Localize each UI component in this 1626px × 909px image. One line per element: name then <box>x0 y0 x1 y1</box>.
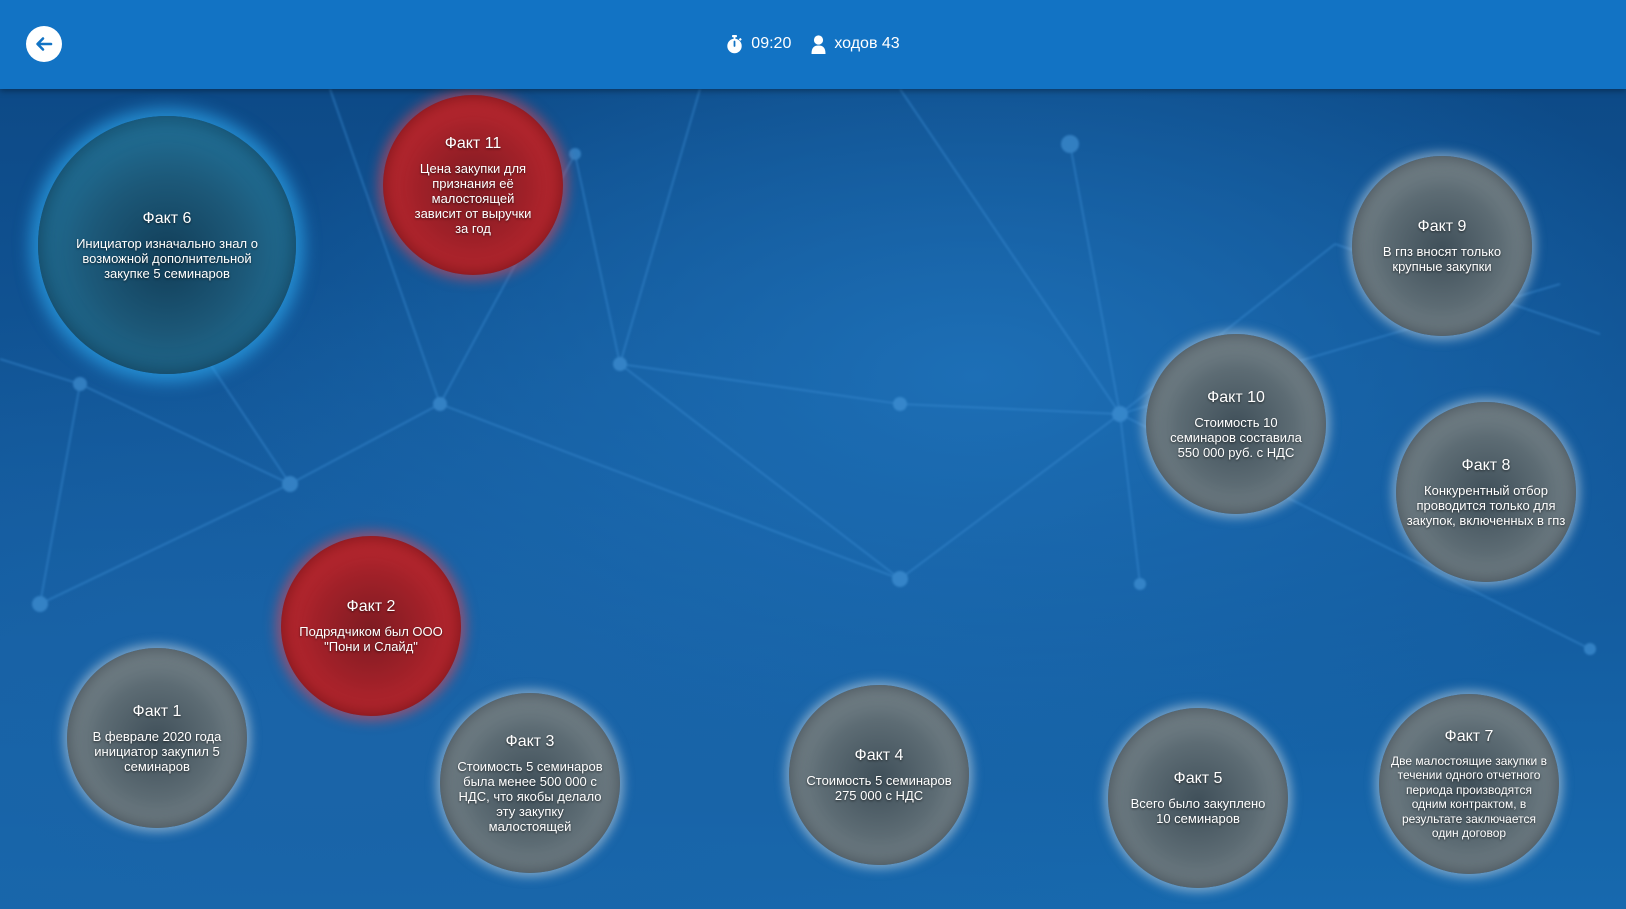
fact-text: Всего было закуплено 10 семинаров <box>1130 796 1266 826</box>
timer-value: 09:20 <box>751 35 792 52</box>
timer: 09:20 <box>726 32 791 56</box>
fact-text: В феврале 2020 года инициатор закупил 5 … <box>92 728 222 774</box>
fact-text: Инициатор изначально знал о возможной до… <box>76 235 258 281</box>
fact-text: В гпз вносят только крупные закупки <box>1382 244 1502 274</box>
fact-title: Факт 4 <box>854 747 904 764</box>
fact-8[interactable]: Факт 8 Конкурентный отбор проводится тол… <box>1396 402 1576 582</box>
fact-title: Факт 10 <box>1207 388 1265 406</box>
fact-1[interactable]: Факт 1 В феврале 2020 года инициатор зак… <box>67 648 247 828</box>
fact-7[interactable]: Факт 7 Две малостоящие закупки в течении… <box>1379 694 1559 874</box>
fact-title: Факт 8 <box>1461 456 1511 474</box>
fact-title: Факт 1 <box>132 702 182 720</box>
fact-text: Цена закупки для признания её малостояще… <box>414 160 532 236</box>
moves-value: ходов 43 <box>834 35 900 52</box>
moves-counter: ходов 43 <box>811 32 900 56</box>
fact-6[interactable]: Факт 6 Инициатор изначально знал о возмо… <box>38 116 296 374</box>
fact-text: Стоимость 10 семинаров составила 550 000… <box>1170 414 1302 460</box>
fact-5[interactable]: Факт 5 Всего было закуплено 10 семинаров <box>1108 708 1288 888</box>
user-icon <box>811 34 826 54</box>
stopwatch-icon <box>727 34 742 53</box>
fact-title: Факт 5 <box>1173 770 1223 787</box>
game-stats: 09:20 ходов 43 <box>0 32 1626 56</box>
fact-9[interactable]: Факт 9 В гпз вносят только крупные закуп… <box>1352 156 1532 336</box>
fact-title: Факт 2 <box>346 598 396 615</box>
facts-board: Факт 6 Инициатор изначально знал о возмо… <box>0 89 1626 909</box>
top-bar: 09:20 ходов 43 <box>0 0 1626 89</box>
fact-4[interactable]: Факт 4 Стоимость 5 семинаров 275 000 с Н… <box>789 685 969 865</box>
fact-text: Конкурентный отбор проводится только для… <box>1406 482 1566 528</box>
fact-text: Стоимость 5 семинаров была менее 500 000… <box>457 758 603 834</box>
fact-title: Факт 11 <box>444 134 502 152</box>
fact-title: Факт 9 <box>1417 218 1467 235</box>
fact-3[interactable]: Факт 3 Стоимость 5 семинаров была менее … <box>440 693 620 873</box>
fact-title: Факт 3 <box>505 732 555 750</box>
fact-title: Факт 7 <box>1444 727 1494 745</box>
fact-text: Две малостоящие закупки в течении одного… <box>1391 753 1547 841</box>
fact-2[interactable]: Факт 2 Подрядчиком был ООО "Пони и Слайд… <box>281 536 461 716</box>
fact-text: Подрядчиком был ООО "Пони и Слайд" <box>299 624 443 654</box>
fact-11[interactable]: Факт 11 Цена закупки для признания её ма… <box>383 95 563 275</box>
fact-title: Факт 6 <box>142 209 192 227</box>
fact-text: Стоимость 5 семинаров 275 000 с НДС <box>806 773 952 803</box>
fact-10[interactable]: Факт 10 Стоимость 10 семинаров составила… <box>1146 334 1326 514</box>
